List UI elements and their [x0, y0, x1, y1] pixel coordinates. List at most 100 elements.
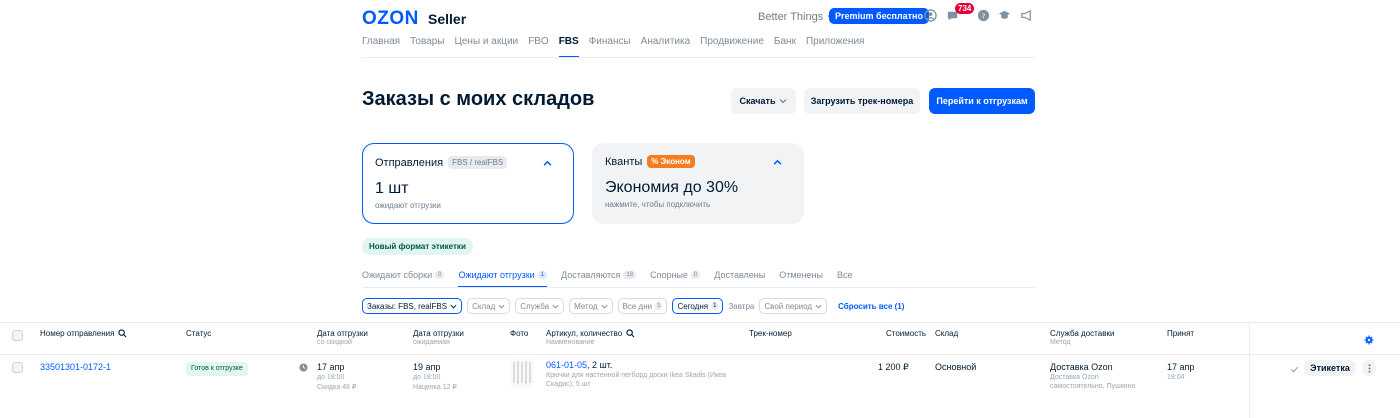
quants-title: Кванты — [605, 155, 643, 168]
premium-button[interactable]: Premium бесплатно — [829, 8, 929, 24]
shipments-note: ожидают отгрузки — [375, 201, 441, 210]
col-delivery-label: Служба доставки — [1050, 329, 1115, 338]
col-ship-date: Дата отгрузки со скидкой — [317, 329, 368, 346]
article-cell: 061-01-05, 2 шт. Крючки для настенной пе… — [546, 360, 736, 389]
tab-delivered[interactable]: Доставлены — [714, 270, 765, 280]
reset-filters-link[interactable]: Сбросить все (1) — [838, 302, 904, 311]
warehouse-filter[interactable]: Склад — [467, 298, 511, 314]
gear-icon[interactable] — [1364, 335, 1374, 345]
product-name: Крючки для настенной пегборд доски Ikea … — [546, 372, 727, 388]
tab-all[interactable]: Все — [837, 270, 853, 280]
service-filter-label: Служба — [520, 301, 550, 311]
table-row[interactable]: 33501301-0172-1 Готов к отгрузке 17 апр … — [0, 355, 1400, 418]
chevron-down-icon — [780, 99, 787, 104]
expected-time: до 18:00 — [413, 374, 441, 381]
ozon-logo[interactable]: OZON — [362, 8, 419, 30]
search-icon[interactable] — [118, 329, 127, 338]
select-all-checkbox[interactable] — [12, 330, 23, 341]
go-shipments-button[interactable]: Перейти к отгрузкам — [929, 88, 1035, 114]
check-icon — [1290, 366, 1299, 373]
nav-products[interactable]: Товары — [410, 36, 444, 47]
col-ship-date-expected: Дата отгрузки ожидаемая — [413, 329, 464, 346]
ship-date-cell: 17 апр до 18:00 Скидка 48 ₽ — [317, 362, 356, 392]
tab-awaiting-shipment[interactable]: Ожидают отгрузки 1 — [458, 270, 548, 288]
tab-label: Спорные — [650, 270, 688, 280]
col-accepted: Принят — [1167, 329, 1195, 338]
tab-disputed[interactable]: Спорные 0 — [650, 270, 701, 280]
shipment-number-link[interactable]: 33501301-0172-1 — [40, 362, 111, 372]
quants-card-title: Кванты % Эконом — [605, 155, 695, 168]
shipments-title: Отправления — [375, 156, 444, 169]
notification-badge: 734 — [955, 3, 975, 14]
accepted-date: 17 апр — [1167, 362, 1195, 372]
tab-delivering[interactable]: Доставляются 18 — [561, 270, 637, 280]
nav-finance[interactable]: Финансы — [589, 36, 631, 47]
education-icon[interactable] — [998, 9, 1011, 22]
user-icon[interactable] — [924, 9, 937, 22]
nav-apps[interactable]: Приложения — [806, 36, 865, 47]
chevron-up-icon[interactable] — [543, 159, 552, 168]
svg-text:?: ? — [982, 11, 986, 20]
chevron-down-icon — [498, 304, 505, 309]
today-filter[interactable]: Сегодня 1 — [672, 298, 724, 314]
chevron-up-icon[interactable] — [773, 158, 782, 167]
shipments-card-title: Отправления FBS / realFBS — [375, 156, 508, 169]
download-button[interactable]: Скачать — [731, 88, 796, 114]
period-filter[interactable]: Свой период — [759, 298, 828, 314]
col-ship-date-sub: со скидкой — [317, 339, 352, 346]
ship-time: до 18:00 — [317, 374, 345, 381]
upload-tracks-button[interactable]: Загрузить трек-номера — [804, 88, 920, 114]
all-days-filter[interactable]: Все дни 1 — [617, 298, 668, 314]
quantity: , 2 шт. — [587, 360, 613, 370]
filters-bar: Заказы: FBS, realFBS Склад Служба Метод … — [362, 298, 904, 314]
tab-label: Доставлены — [714, 270, 766, 280]
quants-card[interactable]: Кванты % Эконом Экономия до 30% нажмите,… — [592, 143, 804, 224]
tab-count: 1 — [537, 271, 548, 279]
more-button[interactable] — [1362, 360, 1376, 376]
search-icon[interactable] — [626, 329, 635, 338]
col-delivery: Служба доставки Метод — [1050, 329, 1114, 346]
method-filter[interactable]: Метод — [569, 298, 613, 314]
orders-filter-label: Заказы: FBS, realFBS — [367, 301, 448, 311]
article-link[interactable]: 061-01-05 — [546, 360, 587, 370]
orders-filter[interactable]: Заказы: FBS, realFBS — [362, 298, 463, 314]
label-button[interactable]: Этикетка — [1304, 360, 1356, 376]
tabs-divider — [362, 287, 1035, 288]
nav-fbs[interactable]: FBS — [558, 36, 579, 58]
service-filter[interactable]: Служба — [515, 298, 565, 314]
col-cost: Стоимость — [886, 329, 927, 338]
today-count: 1 — [711, 302, 719, 310]
tab-awaiting-assembly[interactable]: Ожидают сборки 0 — [362, 270, 445, 280]
chevron-down-icon — [552, 304, 559, 309]
nav-promotion[interactable]: Продвижение — [700, 36, 764, 47]
nav-analytics[interactable]: Аналитика — [641, 36, 691, 47]
col-ship-date2-sub: ожидаемая — [413, 339, 450, 346]
nav-home[interactable]: Главная — [362, 36, 400, 47]
store-selector[interactable]: Better Things — [758, 11, 835, 23]
nav-prices[interactable]: Цены и акции — [454, 36, 518, 47]
nav-fbo[interactable]: FBO — [528, 36, 549, 47]
product-photo[interactable] — [510, 359, 534, 387]
econom-tag: % Эконом — [647, 155, 695, 168]
discount-note: Скидка 48 ₽ — [317, 384, 357, 391]
help-icon[interactable]: ? — [977, 9, 990, 22]
chevron-down-icon — [601, 304, 608, 309]
row-checkbox[interactable] — [12, 362, 23, 373]
tab-cancelled[interactable]: Отменены — [779, 270, 823, 280]
status-tabs: Ожидают сборки 0 Ожидают отгрузки 1 Достав… — [362, 270, 853, 288]
shipments-card[interactable]: Отправления FBS / realFBS 1 шт ожидают о… — [362, 143, 574, 224]
col-article-sub: Наименование — [546, 339, 595, 346]
new-label-format-button[interactable]: Новый формат этикетки — [362, 238, 473, 255]
col-ship-date2-label: Дата отгрузки — [413, 329, 464, 338]
quants-note: нажмите, чтобы подключить — [605, 200, 711, 209]
tab-label: Ожидают отгрузки — [458, 270, 535, 280]
more-vertical-icon — [1368, 363, 1370, 373]
delivery-cell: Доставка Ozon Доставка Ozon самостоятель… — [1050, 362, 1150, 391]
megaphone-icon[interactable] — [1020, 9, 1033, 22]
chevron-down-icon — [450, 304, 457, 309]
delivery-method: Доставка Ozon самостоятельно, Пушкино — [1050, 374, 1136, 390]
tomorrow-filter[interactable]: Завтра — [728, 302, 754, 311]
nav-bank[interactable]: Банк — [774, 36, 796, 47]
warehouse-value: Основной — [935, 362, 977, 372]
method-filter-label: Метод — [574, 301, 598, 311]
